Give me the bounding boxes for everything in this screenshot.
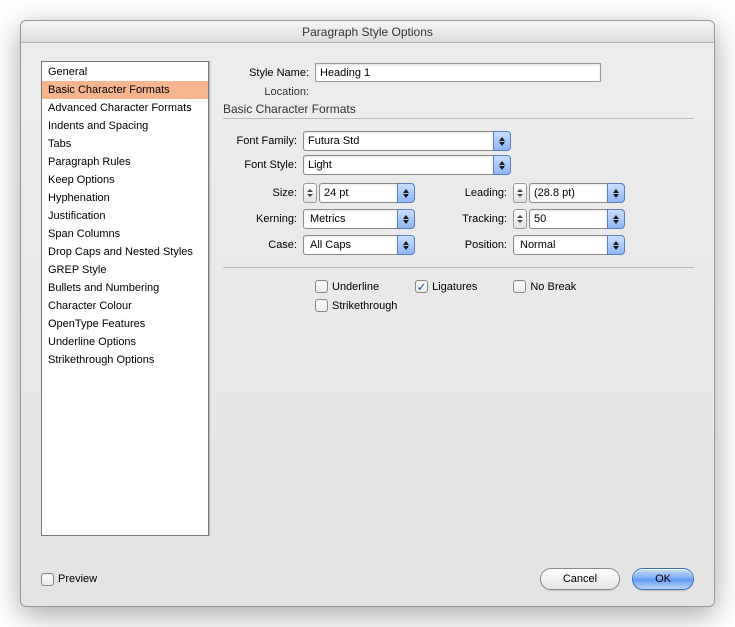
- sidebar-item-general[interactable]: General: [42, 63, 208, 81]
- case-dropdown-icon[interactable]: [397, 235, 415, 255]
- dialog-window: Paragraph Style Options General Basic Ch…: [20, 20, 715, 607]
- strikethrough-label: Strikethrough: [332, 300, 397, 312]
- style-name-input[interactable]: [315, 63, 601, 82]
- leading-stepper[interactable]: [513, 183, 527, 203]
- sidebar-item-hyphenation[interactable]: Hyphenation: [42, 189, 208, 207]
- tracking-input[interactable]: [529, 209, 607, 229]
- size-dropdown-icon[interactable]: [397, 183, 415, 203]
- preview-label: Preview: [58, 573, 97, 585]
- checks-row-1: Underline ✓ Ligatures No Break: [315, 280, 694, 293]
- preview-checkbox[interactable]: Preview: [41, 573, 97, 586]
- dialog-body: General Basic Character Formats Advanced…: [21, 43, 714, 548]
- font-style-label: Font Style:: [223, 159, 303, 171]
- tracking-dropdown-icon[interactable]: [607, 209, 625, 229]
- ligatures-label: Ligatures: [432, 281, 477, 293]
- sidebar-item-opentype-features[interactable]: OpenType Features: [42, 315, 208, 333]
- case-label: Case:: [223, 239, 303, 251]
- font-family-label: Font Family:: [223, 135, 303, 147]
- font-style-combo[interactable]: [303, 155, 511, 175]
- font-family-stepper-icon[interactable]: [493, 131, 511, 151]
- sidebar-item-underline-options[interactable]: Underline Options: [42, 333, 208, 351]
- ligatures-checkbox[interactable]: ✓ Ligatures: [415, 280, 477, 293]
- style-name-label: Style Name:: [223, 67, 315, 79]
- underline-checkbox-box: [315, 280, 328, 293]
- sidebar-item-tabs[interactable]: Tabs: [42, 135, 208, 153]
- cancel-button[interactable]: Cancel: [540, 568, 620, 590]
- section-title: Basic Character Formats: [223, 102, 694, 116]
- position-value: Normal: [513, 235, 607, 255]
- sidebar-item-bullets-numbering[interactable]: Bullets and Numbering: [42, 279, 208, 297]
- position-label: Position:: [443, 239, 513, 251]
- field-grid: Size: Leading: Kerning:: [223, 183, 694, 255]
- kerning-dropdown-icon[interactable]: [397, 209, 415, 229]
- kerning-dropdown[interactable]: Metrics: [303, 209, 415, 229]
- sidebar-item-keep-options[interactable]: Keep Options: [42, 171, 208, 189]
- tracking-label: Tracking:: [443, 213, 513, 225]
- separator-top: [223, 118, 694, 119]
- location-label: Location:: [223, 86, 315, 98]
- tracking-combo[interactable]: [529, 209, 625, 229]
- window-title: Paragraph Style Options: [21, 21, 714, 43]
- leading-dropdown-icon[interactable]: [607, 183, 625, 203]
- sidebar-item-advanced-character-formats[interactable]: Advanced Character Formats: [42, 99, 208, 117]
- kerning-label: Kerning:: [223, 213, 303, 225]
- underline-label: Underline: [332, 281, 379, 293]
- sidebar-item-basic-character-formats[interactable]: Basic Character Formats: [42, 81, 208, 99]
- checks-row-2: Strikethrough: [315, 299, 694, 312]
- nobreak-checkbox-box: [513, 280, 526, 293]
- footer-bar: Preview Cancel OK: [41, 568, 694, 590]
- size-stepper[interactable]: [303, 183, 317, 203]
- position-dropdown-icon[interactable]: [607, 235, 625, 255]
- sidebar-item-strikethrough-options[interactable]: Strikethrough Options: [42, 351, 208, 369]
- size-combo[interactable]: [319, 183, 415, 203]
- font-family-input[interactable]: [303, 131, 493, 151]
- strikethrough-checkbox-box: [315, 299, 328, 312]
- font-family-combo[interactable]: [303, 131, 511, 151]
- leading-input[interactable]: [529, 183, 607, 203]
- sidebar-item-justification[interactable]: Justification: [42, 207, 208, 225]
- sidebar-item-indents-spacing[interactable]: Indents and Spacing: [42, 117, 208, 135]
- leading-combo[interactable]: [529, 183, 625, 203]
- sidebar-item-drop-caps[interactable]: Drop Caps and Nested Styles: [42, 243, 208, 261]
- position-dropdown[interactable]: Normal: [513, 235, 625, 255]
- main-panel: Style Name: Location: Basic Character Fo…: [223, 61, 694, 548]
- underline-checkbox[interactable]: Underline: [315, 280, 379, 293]
- nobreak-label: No Break: [530, 281, 576, 293]
- font-style-input[interactable]: [303, 155, 493, 175]
- sidebar-item-character-colour[interactable]: Character Colour: [42, 297, 208, 315]
- size-label: Size:: [223, 187, 303, 199]
- preview-checkbox-box: [41, 573, 54, 586]
- separator-mid: [223, 267, 694, 268]
- case-value: All Caps: [303, 235, 397, 255]
- case-dropdown[interactable]: All Caps: [303, 235, 415, 255]
- sidebar-item-grep-style[interactable]: GREP Style: [42, 261, 208, 279]
- ligatures-checkbox-box: ✓: [415, 280, 428, 293]
- size-input[interactable]: [319, 183, 397, 203]
- category-sidebar: General Basic Character Formats Advanced…: [41, 61, 209, 536]
- sidebar-item-span-columns[interactable]: Span Columns: [42, 225, 208, 243]
- sidebar-item-paragraph-rules[interactable]: Paragraph Rules: [42, 153, 208, 171]
- kerning-value: Metrics: [303, 209, 397, 229]
- strikethrough-checkbox[interactable]: Strikethrough: [315, 299, 397, 312]
- nobreak-checkbox[interactable]: No Break: [513, 280, 576, 293]
- ok-button[interactable]: OK: [632, 568, 694, 590]
- tracking-stepper[interactable]: [513, 209, 527, 229]
- font-style-stepper-icon[interactable]: [493, 155, 511, 175]
- leading-label: Leading:: [443, 187, 513, 199]
